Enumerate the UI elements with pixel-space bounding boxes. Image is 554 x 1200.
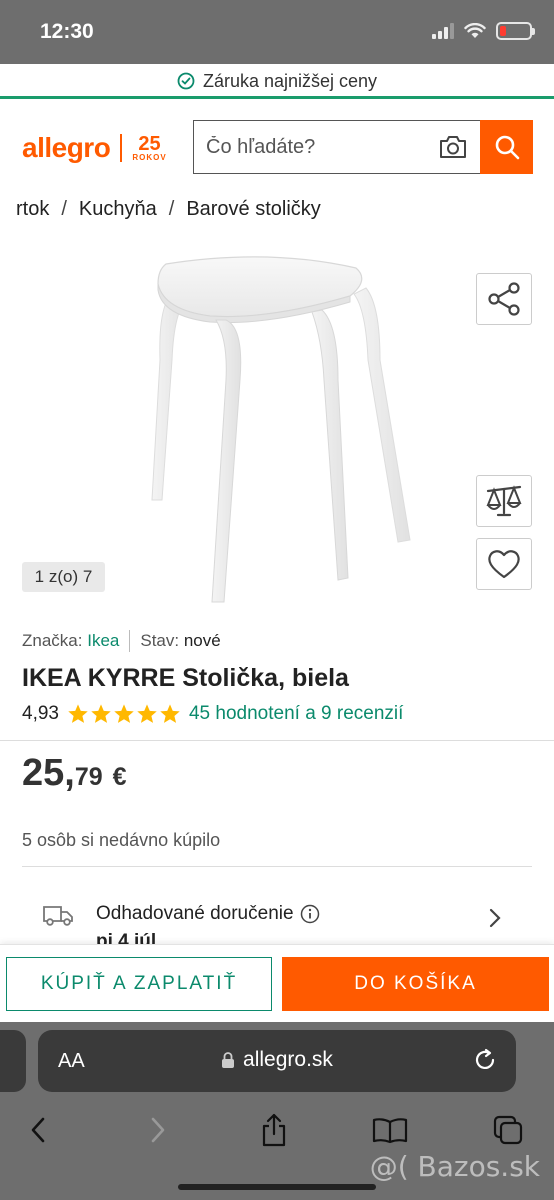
breadcrumb-item[interactable]: Barové stoličky bbox=[186, 198, 321, 221]
rating-stars bbox=[67, 703, 181, 725]
chevron-right-icon bbox=[489, 908, 501, 928]
back-button[interactable] bbox=[18, 1110, 58, 1150]
bookmarks-button[interactable] bbox=[370, 1110, 410, 1150]
camera-icon[interactable] bbox=[438, 134, 468, 160]
home-indicator bbox=[178, 1184, 376, 1190]
breadcrumb-item[interactable]: rtok bbox=[16, 198, 49, 221]
section-divider bbox=[22, 866, 532, 867]
rating-row: 4,93 45 hodnotení a 9 recenzií bbox=[22, 703, 403, 725]
tabs-button[interactable] bbox=[488, 1110, 528, 1150]
info-icon[interactable] bbox=[300, 904, 320, 924]
star-icon bbox=[114, 704, 134, 723]
share-button[interactable] bbox=[476, 273, 532, 325]
meta-separator bbox=[129, 630, 131, 652]
guarantee-text: Záruka najnižšej ceny bbox=[202, 70, 378, 91]
condition-info: Stav: nové bbox=[140, 631, 220, 651]
wifi-icon bbox=[464, 23, 486, 38]
share-sheet-icon bbox=[262, 1113, 286, 1147]
watermark: @( Bazos.sk bbox=[369, 1150, 540, 1183]
scales-icon bbox=[486, 485, 522, 517]
breadcrumb: rtok / Kuchyňa / Barové stoličky bbox=[0, 198, 554, 228]
delivery-label: Odhadované doručenie bbox=[96, 903, 294, 924]
chevron-right-icon bbox=[151, 1117, 165, 1143]
rating-value: 4,93 bbox=[22, 703, 59, 724]
site-header: allegro 25 ROKOV bbox=[0, 100, 554, 190]
previous-tab[interactable] bbox=[0, 1030, 26, 1092]
logo-separator bbox=[120, 134, 123, 162]
check-badge-icon bbox=[177, 72, 195, 90]
compare-button[interactable] bbox=[476, 475, 532, 527]
browser-toolbar: AA allegro.sk @(Bazos.sk bbox=[0, 1022, 554, 1200]
status-bar: 12:30 bbox=[0, 0, 554, 64]
price-decimal: 79 bbox=[74, 763, 103, 791]
guarantee-divider bbox=[0, 96, 554, 99]
star-icon bbox=[68, 704, 88, 723]
image-counter: 1 z(o) 7 bbox=[22, 562, 105, 592]
star-icon bbox=[160, 704, 180, 723]
anniversary-badge: 25 ROKOV bbox=[132, 134, 166, 162]
brand-label: Značka: bbox=[22, 631, 83, 650]
section-divider bbox=[0, 740, 554, 741]
tabs-icon bbox=[493, 1115, 523, 1145]
status-icons bbox=[432, 22, 535, 40]
price: 25, 79 € bbox=[22, 752, 127, 795]
condition-value: nové bbox=[183, 631, 221, 650]
heart-icon bbox=[488, 550, 520, 579]
recent-buyers-text: 5 osôb si nedávno kúpilo bbox=[22, 830, 221, 850]
book-icon bbox=[372, 1118, 408, 1144]
product-image[interactable] bbox=[118, 250, 448, 610]
battery-icon bbox=[496, 22, 535, 40]
star-icon bbox=[137, 704, 157, 723]
breadcrumb-separator: / bbox=[61, 198, 67, 220]
search-button[interactable] bbox=[480, 120, 533, 174]
forward-button[interactable] bbox=[138, 1110, 178, 1150]
product-title: IKEA KYRRE Stolička, biela bbox=[22, 664, 349, 692]
share-page-button[interactable] bbox=[254, 1110, 294, 1150]
buy-now-button[interactable]: KÚPIŤ A ZAPLATIŤ bbox=[6, 957, 272, 1011]
reload-icon[interactable] bbox=[472, 1047, 498, 1073]
price-integer: 25, bbox=[22, 752, 75, 794]
favorite-button[interactable] bbox=[476, 538, 532, 590]
search-box bbox=[193, 120, 480, 174]
star-icon bbox=[91, 704, 111, 723]
search-input[interactable] bbox=[206, 135, 426, 159]
product-meta: Značka: Ikea Stav: nové bbox=[22, 630, 221, 652]
breadcrumb-separator: / bbox=[168, 198, 175, 220]
price-guarantee-banner[interactable]: Záruka najnižšej ceny bbox=[0, 64, 554, 98]
delivery-label-wrap: Odhadované doručenie bbox=[96, 903, 320, 925]
cellular-signal-icon bbox=[432, 23, 454, 39]
search-icon bbox=[495, 135, 519, 160]
anniversary-number: 25 bbox=[138, 133, 161, 155]
allegro-logo[interactable]: allegro 25 ROKOV bbox=[22, 132, 167, 164]
share-icon bbox=[488, 282, 520, 316]
price-currency: € bbox=[112, 763, 127, 791]
delivery-row[interactable]: Odhadované doručenie pi 4 júl bbox=[22, 895, 532, 945]
lock-icon bbox=[222, 1052, 235, 1068]
condition-label: Stav: bbox=[140, 631, 180, 650]
url-display: allegro.sk bbox=[38, 1048, 516, 1072]
address-bar[interactable]: AA allegro.sk bbox=[38, 1030, 516, 1092]
chevron-left-icon bbox=[31, 1117, 45, 1143]
breadcrumb-item[interactable]: Kuchyňa bbox=[79, 198, 157, 221]
action-bar: KÚPIŤ A ZAPLATIŤ DO KOŠÍKA bbox=[0, 944, 554, 1022]
add-to-cart-button[interactable]: DO KOŠÍKA bbox=[282, 957, 549, 1011]
logo-text: allegro bbox=[22, 132, 111, 163]
url-text: allegro.sk bbox=[243, 1048, 333, 1071]
brand-link[interactable]: Ikea bbox=[87, 631, 119, 650]
delivery-truck-icon bbox=[43, 906, 73, 926]
brand-info: Značka: Ikea bbox=[22, 631, 119, 651]
status-time: 12:30 bbox=[40, 20, 94, 43]
delivery-date: pi 4 júl bbox=[96, 931, 157, 945]
reviews-link[interactable]: 45 hodnotení a 9 recenzií bbox=[189, 703, 403, 725]
anniversary-label: ROKOV bbox=[132, 153, 167, 162]
